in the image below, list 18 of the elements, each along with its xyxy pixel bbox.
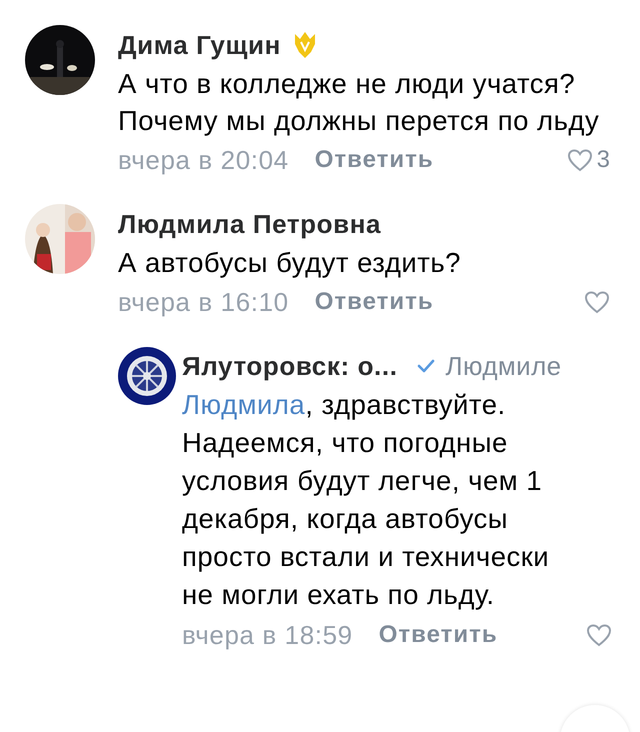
author-name[interactable]: Людмила Петровна — [118, 208, 382, 240]
author-name[interactable]: Ялуторовск: о... — [182, 350, 398, 382]
timestamp: вчера в 20:04 — [118, 144, 289, 176]
like-icon[interactable] — [586, 623, 612, 647]
timestamp: вчера в 18:59 — [182, 620, 353, 650]
comment-text: Людмила, здравствуйте. Надеемся, что погодные условия будут легче, чем 1 декабря, когда автобусы просто встали и технически не могли ехать по льду. — [182, 388, 550, 612]
mention-link[interactable]: Людмила — [182, 389, 306, 420]
reply-to-name[interactable]: Людмиле — [446, 350, 562, 382]
like-icon[interactable] — [566, 148, 593, 172]
like-icon[interactable] — [584, 290, 610, 314]
like-count: 3 — [596, 146, 610, 174]
reply-button[interactable]: Ответить — [314, 288, 434, 316]
author-name[interactable]: Дима Гущин — [118, 30, 281, 60]
comment-text: А что в колледже не люди учатся? Почему мы должны перется по льду — [118, 67, 600, 138]
timestamp: вчера в 16:10 — [118, 286, 289, 318]
comment-text: А автобусы будут ездить? — [118, 246, 462, 280]
reply-button[interactable]: Ответить — [378, 621, 498, 649]
reply-button[interactable]: Ответить — [314, 146, 434, 174]
